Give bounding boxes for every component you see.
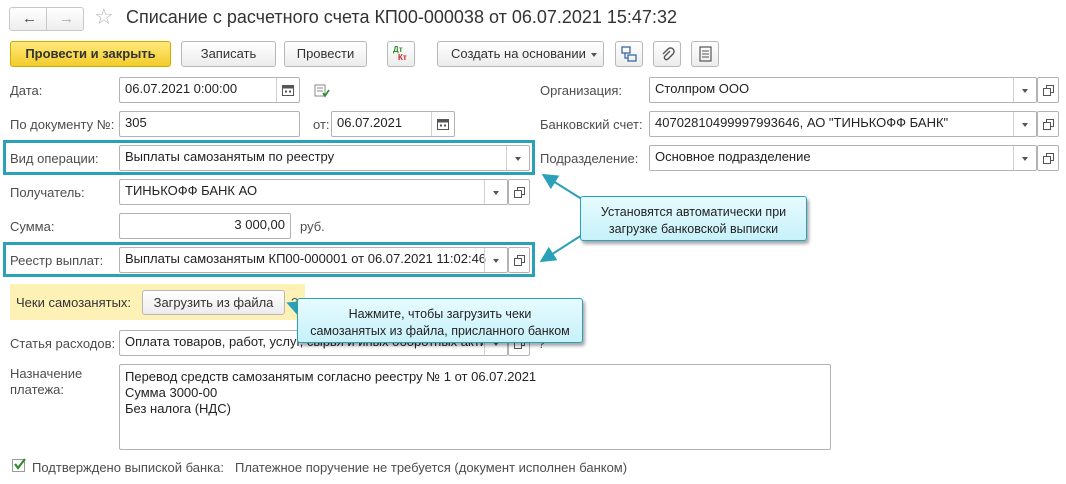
- receipts-label: Чеки самозанятых:: [16, 295, 132, 310]
- chevron-down-icon[interactable]: [506, 146, 529, 170]
- create-based-on-button[interactable]: Создать на основании: [437, 41, 604, 67]
- registry-label: Реестр выплат:: [10, 253, 104, 268]
- document-status-icon: [314, 84, 330, 98]
- open-recipient-button[interactable]: [508, 179, 530, 205]
- recipient-field[interactable]: ТИНЬКОФФ БАНК АО: [119, 179, 508, 205]
- dt-kt-icon: Дт Кт: [393, 45, 407, 62]
- attach-button[interactable]: [653, 41, 681, 67]
- page-title: Списание с расчетного счета КП00-000038 …: [126, 7, 677, 27]
- purpose-text: Перевод средств самозанятым согласно рее…: [125, 369, 537, 416]
- structure-button[interactable]: [615, 41, 643, 67]
- arrow-left-icon: ←: [22, 10, 37, 27]
- calendar-button[interactable]: [276, 78, 299, 102]
- open-organization-button[interactable]: [1037, 77, 1059, 103]
- calendar-icon: [437, 119, 449, 130]
- recipient-label: Получатель:: [10, 185, 85, 200]
- dt-kt-button[interactable]: Дт Кт: [387, 41, 415, 67]
- open-window-icon: [1043, 153, 1054, 164]
- nav-back-forward: ← →: [9, 7, 84, 31]
- arrow-right-icon: →: [59, 10, 74, 27]
- chevron-down-icon[interactable]: [484, 180, 507, 204]
- chevron-down-icon[interactable]: [484, 248, 507, 272]
- checkmark-icon: [14, 458, 26, 470]
- division-field[interactable]: Основное подразделение: [649, 145, 1037, 171]
- doc-number-field[interactable]: 305: [119, 111, 300, 137]
- forward-button[interactable]: →: [47, 8, 84, 30]
- structure-icon: [621, 46, 637, 62]
- from-date-field[interactable]: 06.07.2021: [331, 111, 455, 137]
- amount-currency: руб.: [300, 219, 325, 234]
- callout-auto-fill: Установятся автоматически при загрузке ба…: [580, 196, 807, 241]
- open-bank-account-button[interactable]: [1037, 111, 1059, 137]
- confirmed-label: Подтверждено выпиской банка:: [32, 460, 224, 475]
- paperclip-icon: [662, 47, 675, 61]
- chevron-down-icon[interactable]: [1013, 112, 1036, 136]
- registry-field[interactable]: Выплаты самозанятым КП00-000001 от 06.07…: [119, 247, 508, 273]
- load-from-file-button[interactable]: Загрузить из файла: [142, 290, 285, 315]
- operation-type-select[interactable]: Выплаты самозанятым по реестру: [119, 145, 530, 171]
- confirmed-checkbox[interactable]: [12, 458, 26, 472]
- purpose-label: Назначение платежа:: [10, 366, 83, 397]
- list-icon: [699, 46, 712, 62]
- back-button[interactable]: ←: [10, 8, 47, 30]
- open-window-icon: [514, 187, 525, 198]
- organization-field[interactable]: Столпром ООО: [649, 77, 1037, 103]
- confirmed-note: Платежное поручение не требуется (докуме…: [235, 460, 628, 475]
- open-window-icon: [1043, 119, 1054, 130]
- organization-label: Организация:: [540, 83, 623, 98]
- calendar-icon: [282, 85, 294, 96]
- amount-field[interactable]: 3 000,00: [119, 213, 291, 239]
- post-and-close-button[interactable]: Провести и закрыть: [10, 41, 171, 67]
- chevron-down-icon[interactable]: [1013, 78, 1036, 102]
- open-division-button[interactable]: [1037, 145, 1059, 171]
- bank-account-field[interactable]: 40702810499997993646, АО "ТИНЬКОФФ БАНК": [649, 111, 1037, 137]
- operation-type-label: Вид операции:: [10, 151, 99, 166]
- print-list-button[interactable]: [691, 41, 719, 67]
- bank-account-label: Банковский счет:: [540, 117, 643, 132]
- favorite-star-icon[interactable]: ☆: [94, 5, 114, 29]
- from-date-label: от:: [313, 117, 330, 132]
- chevron-down-icon[interactable]: [1013, 146, 1036, 170]
- calendar-button[interactable]: [431, 112, 454, 136]
- post-button[interactable]: Провести: [284, 41, 367, 67]
- callout-load-receipts: Нажмите, чтобы загрузить чеки самозанятых…: [297, 298, 583, 343]
- date-label: Дата:: [10, 83, 43, 98]
- chevron-down-icon: [591, 53, 597, 57]
- open-window-icon: [514, 255, 525, 266]
- amount-label: Сумма:: [10, 219, 55, 234]
- open-window-icon: [1043, 85, 1054, 96]
- payment-purpose-textarea[interactable]: Перевод средств самозанятым согласно рее…: [119, 364, 831, 450]
- open-registry-button[interactable]: [508, 247, 530, 273]
- save-button[interactable]: Записать: [181, 41, 276, 67]
- division-label: Подразделение:: [540, 151, 639, 166]
- expense-item-label: Статья расходов:: [10, 336, 116, 351]
- date-field[interactable]: 06.07.2021 0:00:00: [119, 77, 300, 103]
- doc-number-label: По документу №:: [10, 117, 115, 132]
